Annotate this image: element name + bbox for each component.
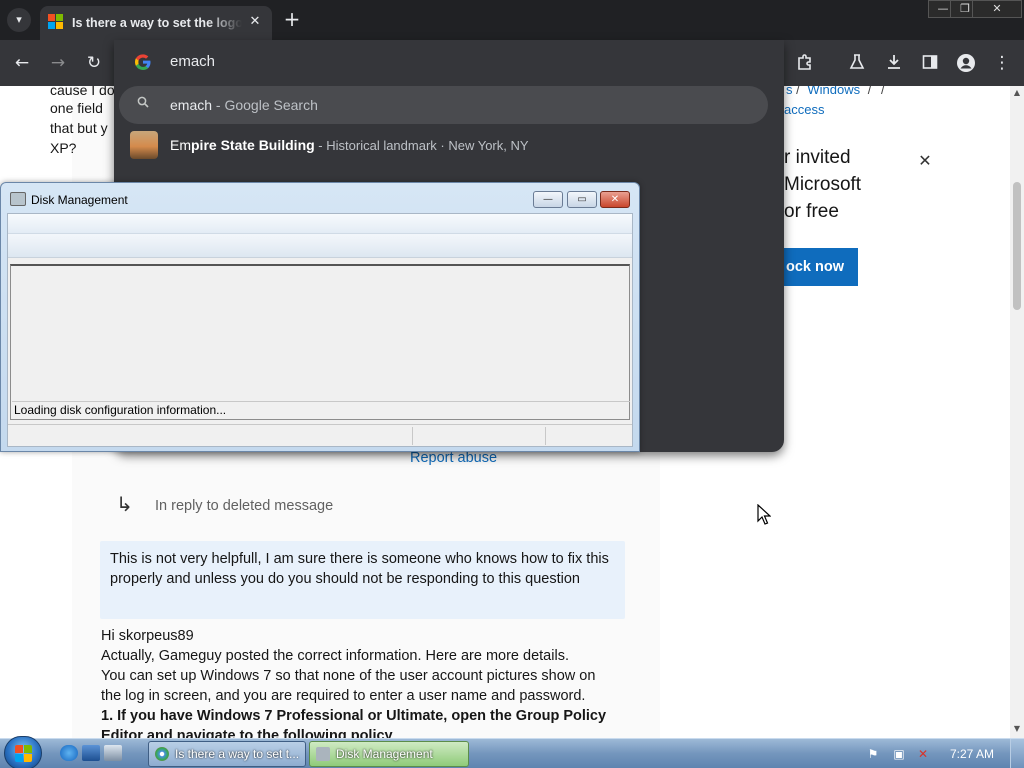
dm-volume-pane [10, 264, 630, 420]
suggestion-separator: - [314, 138, 327, 153]
browser-tab[interactable]: Is there a way to set the logon ✕ [40, 6, 272, 40]
chrome-icon [155, 747, 169, 761]
close-button[interactable]: ✕ [972, 0, 1022, 18]
promo-line-2: Microsoft [784, 174, 862, 195]
answer-step: Editor and navigate to the following pol… [101, 728, 393, 738]
suggestion-match: Em [170, 137, 191, 153]
answer-greeting: Hi skorpeus89 [101, 628, 194, 644]
forward-button[interactable]: → [46, 51, 70, 75]
menu-button[interactable]: ⋮ [990, 51, 1014, 75]
disk-management-icon [316, 747, 330, 761]
breadcrumb-sep: / [867, 86, 872, 97]
status-divider [412, 427, 413, 445]
fragment-line-3: that but y [50, 120, 108, 136]
reply-label: In reply to deleted message [155, 498, 334, 514]
answer-line: You can set up Windows 7 so that none of… [101, 668, 596, 684]
breadcrumb-windows[interactable]: Windows [807, 86, 860, 97]
taskbar-item-browser[interactable]: Is there a way to set t... [148, 741, 306, 767]
download-icon[interactable] [882, 51, 906, 75]
switch-windows-icon[interactable] [104, 745, 122, 761]
page-scrollbar[interactable]: ▲ ▼ [1010, 86, 1024, 738]
omnibox-input[interactable]: emach [170, 52, 215, 72]
promo-close-icon[interactable]: ✕ [916, 152, 934, 170]
new-tab-button[interactable]: + [281, 8, 303, 30]
dm-status-bar [8, 424, 632, 446]
answer-line: Actually, Gameguy posted the correct inf… [101, 648, 569, 664]
suggestion-text: emach - Google Search [170, 95, 318, 115]
mouse-cursor-icon [757, 504, 771, 525]
dm-client-area: Loading disk configuration information..… [7, 213, 633, 447]
taskbar-item-label: Disk Management [336, 747, 433, 761]
dm-minimize-button[interactable]: — [533, 191, 563, 208]
reload-button[interactable]: ↻ [82, 51, 106, 75]
search-icon [137, 96, 149, 112]
screen: cause I do one field that but y XP? s / … [0, 0, 1024, 768]
microsoft-logo-icon [48, 14, 64, 30]
suggestion-search[interactable]: emach - Google Search [119, 86, 768, 124]
clock[interactable]: 7:27 AM [950, 746, 994, 762]
taskbar: Is there a way to set t... Disk Manageme… [0, 736, 1024, 768]
extensions-icon[interactable] [793, 51, 817, 75]
action-center-flag-icon[interactable]: ⚑ [866, 747, 880, 761]
fragment-line-2: one field [50, 100, 103, 116]
fragment-line-4: XP? [50, 140, 77, 156]
dm-menu-bar [8, 214, 632, 234]
show-desktop-button[interactable] [1010, 739, 1024, 768]
tab-bar: ▾ Is there a way to set the logon ✕ + — … [0, 0, 1024, 40]
status-divider [545, 427, 546, 445]
breadcrumb-sep: / [881, 86, 885, 97]
answer-line: the log in screen, and you are required … [101, 688, 586, 704]
show-desktop-quicklaunch-icon[interactable] [82, 745, 100, 761]
disk-management-icon [10, 192, 26, 206]
breadcrumb-part[interactable]: s [786, 86, 793, 97]
suggestion-rest: pire State Building [191, 137, 315, 153]
back-button[interactable]: ← [10, 51, 34, 75]
answer-step: 1. If you have Windows 7 Professional or… [101, 708, 607, 724]
taskbar-item-label: Is there a way to set t... [175, 747, 300, 761]
labs-flask-icon[interactable] [845, 51, 869, 75]
dm-loading-text: Loading disk configuration information..… [12, 401, 630, 419]
google-g-icon [134, 53, 152, 71]
network-icon[interactable]: ▣ [892, 747, 906, 761]
dm-close-button[interactable]: ✕ [600, 191, 630, 208]
breadcrumb[interactable]: s / Windows / / [786, 86, 885, 100]
start-button[interactable] [4, 736, 42, 768]
breadcrumb-sep: / [796, 86, 800, 97]
suggestion-description: Historical landmark · New York, NY [326, 138, 529, 153]
tab-close-icon[interactable]: ✕ [246, 13, 264, 31]
scroll-down-icon[interactable]: ▼ [1012, 724, 1022, 734]
taskbar-item-disk-management[interactable]: Disk Management [309, 741, 469, 767]
empire-state-thumbnail [130, 131, 158, 159]
reply-arrow-icon: ↳ [116, 492, 133, 516]
suggestion-suffix: - Google Search [212, 97, 318, 113]
window-title: Disk Management [31, 193, 128, 207]
answer-body: Hi skorpeus89 Actually, Gameguy posted t… [101, 626, 641, 738]
disk-management-window: Disk Management — ▭ ✕ Loading disk confi… [0, 182, 640, 452]
profile-icon[interactable] [954, 51, 978, 75]
internet-explorer-icon[interactable] [60, 745, 78, 761]
volume-muted-icon[interactable]: ✕ [916, 747, 930, 761]
promo-line-1: r invited [784, 147, 851, 168]
scrollbar-thumb[interactable] [1013, 182, 1021, 310]
unlock-button[interactable]: ock now [772, 248, 858, 286]
promo-line-3: or free [784, 201, 839, 222]
dm-maximize-button[interactable]: ▭ [567, 191, 597, 208]
scroll-up-icon[interactable]: ▲ [1012, 88, 1022, 98]
dm-toolbar [8, 234, 632, 258]
breadcrumb-access[interactable]: access [784, 100, 824, 120]
suggestion-entity[interactable]: Empire State Building - Historical landm… [119, 126, 768, 164]
suggestion-query: emach [170, 97, 213, 113]
suggestion-text: Empire State Building - Historical landm… [170, 135, 529, 156]
tab-title: Is there a way to set the logon [72, 16, 242, 30]
side-panel-icon[interactable] [918, 51, 942, 75]
tab-search-button[interactable]: ▾ [7, 8, 31, 32]
quoted-message: This is not very helpfull, I am sure the… [100, 541, 625, 619]
unlock-label: ock now [786, 259, 845, 275]
